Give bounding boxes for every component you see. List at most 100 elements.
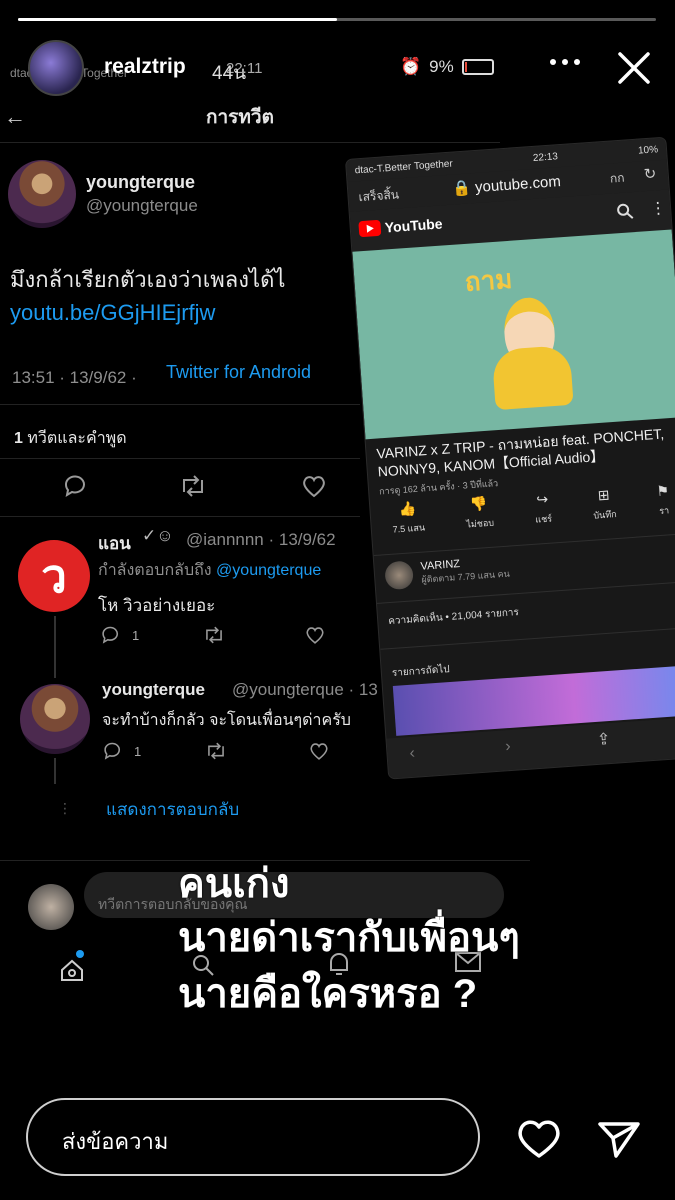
close-icon[interactable] <box>614 48 654 88</box>
reply-icon[interactable] <box>100 624 122 646</box>
tweet-author-handle[interactable]: @youngterque <box>86 196 198 216</box>
yt-video-player[interactable]: ถาม <box>352 229 675 440</box>
reply2-author-avatar[interactable] <box>20 684 90 754</box>
story-caption-line3: นายคือใครหรอ ? <box>178 972 478 1016</box>
yt-action-1[interactable]: 👎 ไม่ชอบ <box>464 495 495 545</box>
channel-avatar <box>384 560 415 591</box>
yt-action-label: บันทึก <box>593 508 617 521</box>
story-avatar[interactable] <box>28 40 84 96</box>
yt-up-next: รายการถัดไป <box>391 664 450 680</box>
reply-text: โห วิวอย่างเยอะ <box>98 596 216 615</box>
yt-carrier: dtac-T.Better Together <box>354 158 454 176</box>
tweet-author-avatar[interactable] <box>8 160 76 228</box>
like-icon[interactable] <box>300 472 328 500</box>
like-icon[interactable] <box>304 624 326 646</box>
retweet-icon[interactable] <box>178 472 208 500</box>
story-time: 44น <box>212 63 247 84</box>
back-icon[interactable]: ‹ <box>409 745 416 763</box>
thread-line <box>54 616 56 678</box>
divider <box>0 404 360 405</box>
yt-action-label: แชร์ <box>534 513 553 525</box>
story-progress-fill <box>18 18 337 21</box>
yt-action-4[interactable]: ⚑ รา <box>656 482 672 531</box>
story-progress-bar <box>18 18 656 21</box>
back-arrow-icon[interactable]: ← <box>4 104 26 130</box>
reply-count: 1 <box>134 744 142 759</box>
tweet-client[interactable]: Twitter for Android <box>166 362 311 383</box>
tweet-author-name[interactable]: youngterque <box>86 172 195 193</box>
replying-handle[interactable]: @youngterque <box>216 562 321 579</box>
yt-action-icon: 👎 <box>469 494 489 513</box>
retweet-icon[interactable] <box>204 740 228 762</box>
replying-to: กำลังตอบกลับถึง @youngterque <box>98 558 321 583</box>
story-caption-line1: คนเก่ง <box>178 862 290 906</box>
heart-icon[interactable] <box>516 1118 562 1160</box>
divider <box>0 458 360 459</box>
reply-icon[interactable] <box>62 472 90 500</box>
quote-count: 1 <box>14 430 23 447</box>
yt-action-icon: ↪ <box>535 490 549 508</box>
reply-count: 1 <box>132 628 140 643</box>
quote-tweets[interactable]: 1 ทวีตและคำพูด <box>14 426 127 451</box>
yt-action-0[interactable]: 👍 7.5 แสน <box>391 499 427 549</box>
youtube-screenshot: dtac-T.Better Together 22:13 10% เสร็จสิ… <box>346 137 675 779</box>
yt-host: 🔒 youtube.com <box>451 173 562 198</box>
battery-percent: 9% <box>429 57 454 76</box>
youtube-play-icon <box>358 219 382 238</box>
battery-icon <box>461 59 494 75</box>
verified-smile-icon: ✓☺ <box>142 526 174 545</box>
divider <box>380 626 675 650</box>
yt-battery: 10% <box>637 143 659 157</box>
story-caption-line2: นายด่าเรากับเพื่อนๆ <box>178 916 520 960</box>
tw-status-icons: ⏰ 9% <box>400 57 494 77</box>
story-username[interactable]: realztrip <box>104 55 186 79</box>
retweet-icon[interactable] <box>202 624 226 646</box>
compose-avatar <box>28 884 74 930</box>
yt-text-size[interactable]: กก <box>609 169 625 189</box>
story-reply-placeholder: ส่งข้อความ <box>62 1129 169 1154</box>
yt-action-label: ไม่ชอบ <box>466 517 495 530</box>
search-icon[interactable] <box>616 202 635 221</box>
alarm-icon: ⏰ <box>400 57 422 76</box>
page-title: การทวีต <box>206 107 274 128</box>
home-icon[interactable] <box>58 956 86 984</box>
reply-icon[interactable] <box>102 740 124 762</box>
yt-action-2[interactable]: ↪ แชร์ <box>533 491 553 540</box>
reply-author-avatar[interactable]: ว <box>18 540 90 612</box>
yt-host-text: youtube.com <box>474 173 562 197</box>
video-art-text: ถาม <box>463 263 514 297</box>
reply-author-handle[interactable]: @iannnnn · 13/9/62 <box>186 530 336 550</box>
reply2-author-handle[interactable]: @youngterque · 13 <box>232 680 378 700</box>
replying-label: กำลังตอบกลับถึง <box>98 562 212 579</box>
yt-comments[interactable]: ความคิดเห็น • 21,004 รายการ <box>388 605 520 629</box>
youtube-logo[interactable]: YouTube <box>358 215 444 238</box>
tweet-timestamp: 13:51 · 13/9/62 · <box>12 368 137 387</box>
yt-action-icon: ⊞ <box>597 486 610 504</box>
send-icon[interactable] <box>596 1116 642 1162</box>
yt-time: 22:13 <box>532 150 559 164</box>
more-options-icon[interactable] <box>548 52 582 72</box>
thread-more-dots: ⋮ <box>58 800 72 816</box>
forward-icon[interactable]: › <box>505 738 512 756</box>
yt-done-button[interactable]: เสร็จสิ้น <box>358 185 400 207</box>
reply2-text: จะทำบ้างก็กลัว จะโดนเพื่อนๆด่าครับ <box>102 712 351 729</box>
yt-action-icon: ⚑ <box>655 482 670 500</box>
show-replies-link[interactable]: แสดงการตอบกลับ <box>106 796 239 823</box>
yt-channel[interactable]: VARINZ ผู้ติดตาม 7.79 แสน คน <box>384 554 510 591</box>
reply2-author-name[interactable]: youngterque <box>102 680 205 700</box>
like-icon[interactable] <box>308 740 330 762</box>
thread-line <box>54 758 56 784</box>
yt-action-label: รา <box>658 505 670 516</box>
video-art-figure-body <box>491 344 574 411</box>
reload-icon[interactable]: ↻ <box>643 164 657 183</box>
share-icon[interactable]: ⇪ <box>596 729 612 750</box>
yt-action-3[interactable]: ⊞ บันทึก <box>591 486 618 536</box>
divider <box>0 516 360 517</box>
yt-action-icon: 👍 <box>398 499 417 518</box>
divider <box>0 142 500 143</box>
yt-action-label: 7.5 แสน <box>392 522 426 535</box>
tweet-link[interactable]: youtu.be/GGjHIEjrfjw <box>10 300 215 326</box>
youtube-logo-text: YouTube <box>384 215 444 236</box>
reply-author-name[interactable]: แอน <box>98 530 131 557</box>
yt-more-icon[interactable]: ⋮ <box>649 198 667 219</box>
